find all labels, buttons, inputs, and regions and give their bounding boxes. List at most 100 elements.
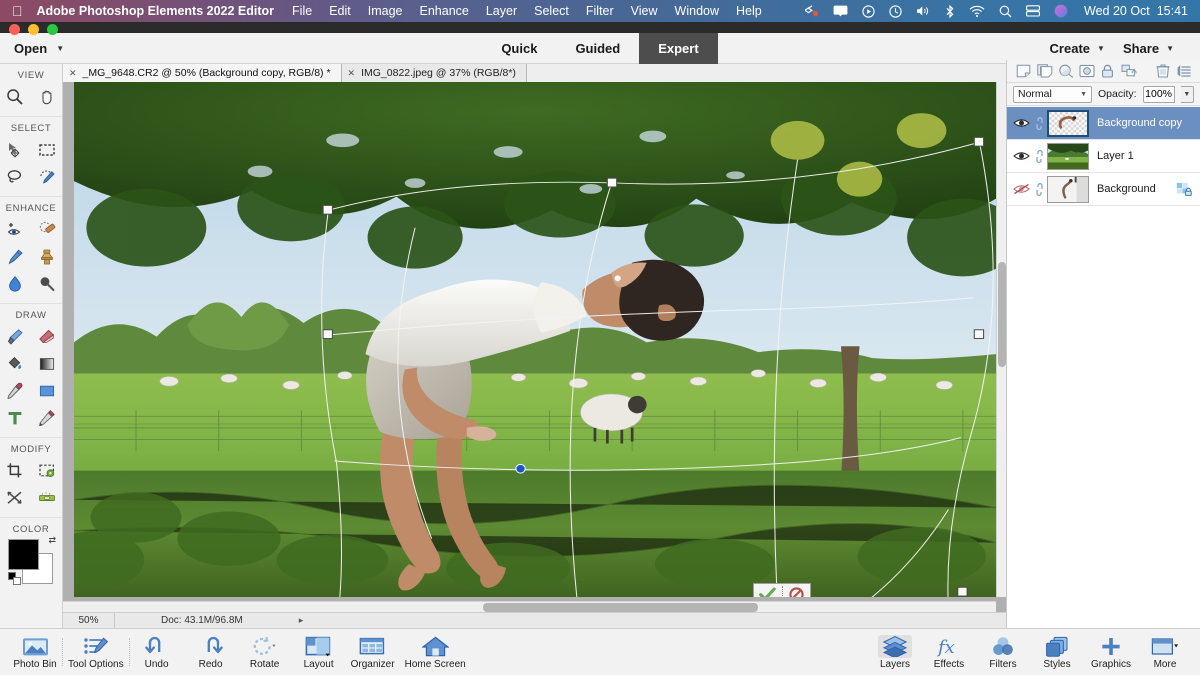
opacity-chevron-down-icon[interactable]: ▼ (1180, 85, 1194, 103)
layer-thumbnail[interactable] (1047, 142, 1089, 170)
spotlight-search-icon[interactable] (999, 5, 1012, 18)
menu-filter[interactable]: Filter (586, 4, 614, 18)
document-image[interactable] (74, 82, 996, 597)
menu-view[interactable]: View (631, 4, 658, 18)
photo-bin-button[interactable]: Photo Bin (8, 635, 62, 670)
layer-thumbnail[interactable] (1047, 175, 1089, 203)
bluetooth-icon[interactable] (945, 4, 955, 18)
eye-visible-icon[interactable] (1011, 117, 1031, 129)
effects-panel-button[interactable]: fx Effects (922, 635, 976, 670)
layer-mask-icon[interactable] (1076, 61, 1097, 82)
type-tool[interactable] (3, 406, 27, 430)
styles-panel-button[interactable]: Styles (1030, 635, 1084, 670)
undo-button[interactable]: Undo (130, 635, 184, 670)
tab-expert[interactable]: Expert (639, 32, 718, 64)
create-button[interactable]: Create (1050, 41, 1090, 56)
menu-window[interactable]: Window (675, 4, 719, 18)
default-colors-icon[interactable] (8, 572, 21, 585)
lock-partial-icon[interactable] (1176, 182, 1192, 196)
link-icon[interactable] (1031, 182, 1047, 196)
document-tab-active[interactable]: ✕ _MG_9648.CR2 @ 50% (Background copy, R… (63, 64, 342, 82)
close-icon[interactable]: ✕ (348, 68, 356, 79)
layers-panel-button[interactable]: Layers (868, 634, 922, 670)
create-chevron-down-icon[interactable]: ▼ (1097, 44, 1105, 53)
tab-quick[interactable]: Quick (482, 33, 556, 64)
straighten-tool[interactable] (35, 486, 59, 510)
swap-colors-icon[interactable]: ⇄ (48, 535, 56, 546)
cancel-transform-button[interactable] (783, 586, 811, 597)
new-layer-icon[interactable] (1013, 61, 1034, 82)
menu-edit[interactable]: Edit (329, 4, 351, 18)
menu-image[interactable]: Image (368, 4, 403, 18)
close-icon[interactable]: ✕ (69, 68, 77, 79)
adjustment-layer-icon[interactable] (1055, 61, 1076, 82)
menu-help[interactable]: Help (736, 4, 762, 18)
menu-bar-clock[interactable]: Wed 20 Oct 15:41 (1084, 4, 1188, 18)
gradient-tool[interactable] (35, 352, 59, 376)
menu-file[interactable]: File (292, 4, 312, 18)
tab-guided[interactable]: Guided (556, 33, 639, 64)
organizer-button[interactable]: Organizer (346, 635, 400, 670)
foreground-color-swatch[interactable] (8, 539, 39, 570)
hand-tool[interactable] (35, 85, 59, 109)
menu-layer[interactable]: Layer (486, 4, 517, 18)
content-aware-move-tool[interactable] (3, 486, 27, 510)
share-chevron-down-icon[interactable]: ▼ (1166, 44, 1174, 53)
dropbox-icon[interactable] (805, 5, 819, 17)
layer-thumbnail[interactable] (1047, 109, 1089, 137)
clock-icon[interactable] (889, 4, 902, 18)
canvas-viewport[interactable] (74, 82, 996, 597)
rotate-button[interactable]: Rotate (238, 635, 292, 670)
share-button[interactable]: Share (1123, 41, 1159, 56)
eye-visible-icon[interactable] (1011, 150, 1031, 162)
more-panel-button[interactable]: More (1138, 635, 1192, 670)
opacity-input[interactable]: 100% (1142, 85, 1175, 103)
move-tool[interactable] (3, 138, 27, 162)
chevron-down-icon[interactable]: ▼ (1080, 91, 1087, 98)
link-layers-icon[interactable] (1118, 61, 1139, 82)
dodge-tool[interactable] (35, 272, 59, 296)
graphics-panel-button[interactable]: Graphics (1084, 635, 1138, 670)
close-button[interactable] (9, 24, 20, 35)
airplay-icon[interactable] (833, 5, 848, 17)
canvas-vertical-scrollbar[interactable] (996, 82, 1006, 597)
apple-logo-icon[interactable]:  (12, 4, 23, 18)
play-circle-icon[interactable] (862, 4, 875, 18)
pencil-tool[interactable] (35, 406, 59, 430)
spot-healing-brush-tool[interactable] (35, 218, 59, 242)
canvas-horizontal-scrollbar[interactable] (63, 601, 996, 612)
redo-button[interactable]: Redo (184, 635, 238, 670)
siri-icon[interactable] (1054, 4, 1068, 18)
eye-hidden-icon[interactable] (1011, 183, 1031, 195)
open-button[interactable]: Open (14, 41, 47, 56)
menu-select[interactable]: Select (534, 4, 569, 18)
display-icon[interactable] (1026, 5, 1040, 17)
layout-button[interactable]: Layout (292, 635, 346, 670)
open-chevron-down-icon[interactable]: ▼ (56, 44, 64, 53)
home-screen-button[interactable]: Home Screen (400, 635, 471, 670)
link-icon[interactable] (1031, 149, 1047, 163)
zoom-tool[interactable] (3, 85, 27, 109)
color-picker-tool[interactable] (3, 379, 27, 403)
link-icon[interactable] (1031, 116, 1047, 130)
lasso-tool[interactable] (3, 165, 27, 189)
wifi-icon[interactable] (969, 5, 985, 17)
layer-row-layer-1[interactable]: Layer 1 (1007, 140, 1200, 173)
recompose-tool[interactable] (35, 459, 59, 483)
crop-tool[interactable] (3, 459, 27, 483)
layer-name[interactable]: Background copy (1097, 117, 1182, 129)
quick-selection-tool[interactable] (35, 165, 59, 189)
horizontal-scrollbar-thumb[interactable] (483, 603, 758, 612)
brush-tool[interactable] (3, 325, 27, 349)
layer-name[interactable]: Layer 1 (1097, 150, 1134, 162)
minimize-button[interactable] (28, 24, 39, 35)
vertical-scrollbar-thumb[interactable] (998, 262, 1006, 367)
rectangular-marquee-tool[interactable] (35, 138, 59, 162)
commit-transform-button[interactable] (754, 586, 782, 597)
layer-row-background-copy[interactable]: Background copy (1007, 107, 1200, 140)
paint-bucket-tool[interactable] (3, 352, 27, 376)
tool-options-button[interactable]: Tool Options (63, 635, 129, 670)
panel-menu-icon[interactable] (1173, 61, 1194, 82)
delete-layer-icon[interactable] (1152, 61, 1173, 82)
chevron-right-icon[interactable]: ▸ (299, 615, 304, 626)
